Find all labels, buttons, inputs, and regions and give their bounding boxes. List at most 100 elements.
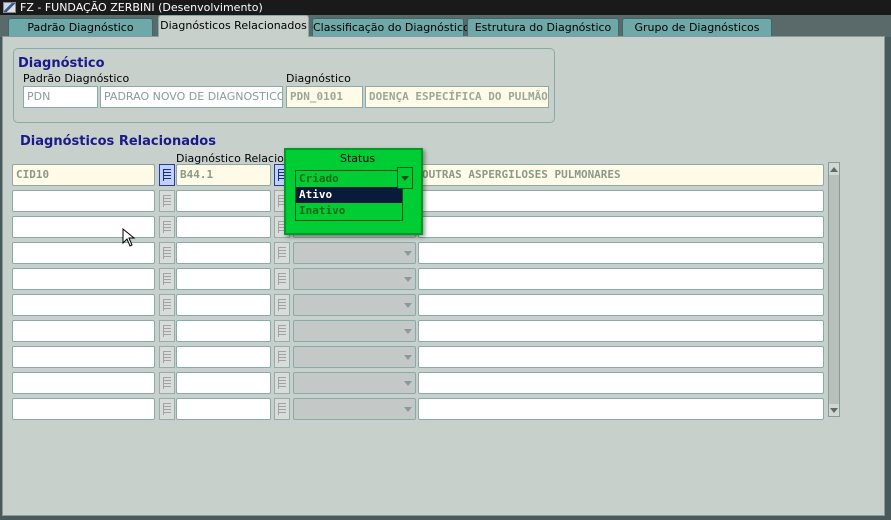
row-padrao-field[interactable]: [12, 320, 155, 342]
list-icon: [163, 273, 171, 285]
row-padrao-lov-button[interactable]: [159, 372, 175, 394]
row-codigo-lov-button[interactable]: [274, 268, 290, 290]
diagnostico-title: Diagnóstico: [18, 56, 105, 71]
row-descricao-field[interactable]: [418, 398, 824, 420]
list-icon: [163, 247, 171, 259]
row-descricao-field[interactable]: [418, 320, 824, 342]
row-padrao-field[interactable]: [12, 372, 155, 394]
list-icon: [278, 377, 286, 389]
diagnostico-label: Diagnóstico: [286, 72, 351, 85]
vertical-scrollbar[interactable]: [828, 162, 840, 417]
list-icon: [278, 351, 286, 363]
mouse-cursor-icon: [122, 228, 136, 247]
row-status-select[interactable]: [293, 398, 416, 420]
row-padrao-lov-button[interactable]: [159, 242, 175, 264]
row-padrao-lov-button[interactable]: [159, 294, 175, 316]
status-option-ativo[interactable]: Ativo: [296, 187, 402, 203]
row-padrao-field[interactable]: [12, 294, 155, 316]
row-descricao-field[interactable]: [418, 216, 824, 238]
list-icon: [278, 299, 286, 311]
row-status-select[interactable]: [293, 294, 416, 316]
row-codigo-field[interactable]: [176, 346, 271, 368]
tab-estrutura-diagnostico[interactable]: Estrutura do Diagnóstico: [467, 18, 619, 37]
row-codigo-field[interactable]: [176, 320, 271, 342]
tab-bar: Padrão Diagnóstico Diagnósticos Relacion…: [0, 15, 891, 37]
list-icon: [278, 325, 286, 337]
row-descricao-field[interactable]: [418, 190, 824, 212]
row-padrao-lov-button[interactable]: [159, 346, 175, 368]
chevron-down-icon: [404, 381, 412, 386]
tab-classificacao-diagnostico[interactable]: Classificação do Diagnóstico: [312, 18, 470, 37]
diagnostico-desc-field[interactable]: DOENÇA ESPECÍFICA DO PULMÃO: [365, 86, 549, 108]
row-status-select[interactable]: [293, 346, 416, 368]
scroll-up-button[interactable]: [829, 163, 839, 175]
tab-diagnosticos-relacionados[interactable]: Diagnósticos Relacionados: [158, 15, 309, 37]
app-icon: [3, 2, 16, 13]
chevron-down-icon: [404, 277, 412, 282]
row-status-select[interactable]: [293, 268, 416, 290]
row-codigo-lov-button[interactable]: [274, 372, 290, 394]
col-status: Status: [340, 152, 376, 165]
row-descricao-field[interactable]: [418, 294, 824, 316]
row-descricao-field[interactable]: [418, 372, 824, 394]
row-status-select[interactable]: [293, 242, 416, 264]
padrao-code-field[interactable]: PDN: [23, 86, 98, 108]
row-descricao-field[interactable]: [418, 242, 824, 264]
status-option-inativo[interactable]: Inativo: [296, 203, 402, 219]
row-codigo-field[interactable]: [176, 216, 271, 238]
scroll-down-button[interactable]: [829, 404, 839, 416]
row-padrao-field[interactable]: [12, 268, 155, 290]
status-option-criado[interactable]: Criado: [296, 171, 402, 187]
relacionados-title: Diagnósticos Relacionados: [20, 134, 216, 149]
row-padrao-field[interactable]: [12, 346, 155, 368]
row-padrao-field[interactable]: [12, 190, 155, 212]
row-codigo-field[interactable]: [176, 190, 271, 212]
tab-padrao-diagnostico[interactable]: Padrão Diagnóstico: [8, 18, 153, 37]
row-padrao-lov-button[interactable]: [159, 320, 175, 342]
list-icon: [278, 403, 286, 415]
padrao-desc-field[interactable]: PADRAO NOVO DE DIAGNOSTICOS: [100, 86, 283, 108]
chevron-down-icon: [404, 251, 412, 256]
row-padrao-field[interactable]: [12, 398, 155, 420]
row-codigo-lov-button[interactable]: [274, 294, 290, 316]
row-codigo-field[interactable]: [176, 242, 271, 264]
list-icon: [163, 403, 171, 415]
row-padrao-lov-button[interactable]: [159, 398, 175, 420]
row-codigo-field[interactable]: [176, 372, 271, 394]
row-codigo-lov-button[interactable]: [274, 320, 290, 342]
row-padrao-lov-button[interactable]: [159, 164, 175, 186]
row-descricao-field[interactable]: OUTRAS ASPERGILOSES PULMONARES: [418, 164, 824, 186]
row-codigo-field[interactable]: B44.1: [176, 164, 271, 186]
chevron-down-icon: [404, 355, 412, 360]
row-descricao-field[interactable]: [418, 346, 824, 368]
row-descricao-field[interactable]: [418, 268, 824, 290]
list-icon: [163, 377, 171, 389]
arrow-down-icon: [830, 407, 838, 413]
padrao-diagnostico-label: Padrão Diagnóstico: [23, 72, 130, 85]
row-codigo-lov-button[interactable]: [274, 242, 290, 264]
row-codigo-lov-button[interactable]: [274, 398, 290, 420]
status-option-list[interactable]: Criado Ativo Inativo: [295, 170, 403, 221]
row-codigo-field[interactable]: [176, 294, 271, 316]
list-icon: [163, 169, 171, 181]
row-padrao-lov-button[interactable]: [159, 268, 175, 290]
row-padrao-field[interactable]: CID10: [12, 164, 155, 186]
row-status-select[interactable]: [293, 372, 416, 394]
row-padrao-lov-button[interactable]: [159, 190, 175, 212]
row-codigo-field[interactable]: [176, 398, 271, 420]
window-titlebar: FZ - FUNDAÇÃO ZERBINI (Desenvolvimento): [0, 0, 891, 15]
window-title: FZ - FUNDAÇÃO ZERBINI (Desenvolvimento): [20, 1, 263, 14]
list-icon: [163, 325, 171, 337]
status-dropdown-button[interactable]: [397, 167, 413, 189]
row-status-select[interactable]: [293, 320, 416, 342]
tab-grupo-diagnosticos[interactable]: Grupo de Diagnósticos: [622, 18, 772, 37]
row-codigo-lov-button[interactable]: [274, 346, 290, 368]
list-icon: [163, 299, 171, 311]
status-popup: Status Criado Ativo Inativo: [284, 148, 423, 235]
chevron-down-icon: [404, 407, 412, 412]
chevron-down-icon: [404, 303, 412, 308]
list-icon: [278, 247, 286, 259]
row-padrao-lov-button[interactable]: [159, 216, 175, 238]
row-codigo-field[interactable]: [176, 268, 271, 290]
diagnostico-code-field[interactable]: PDN_0101: [286, 86, 363, 108]
